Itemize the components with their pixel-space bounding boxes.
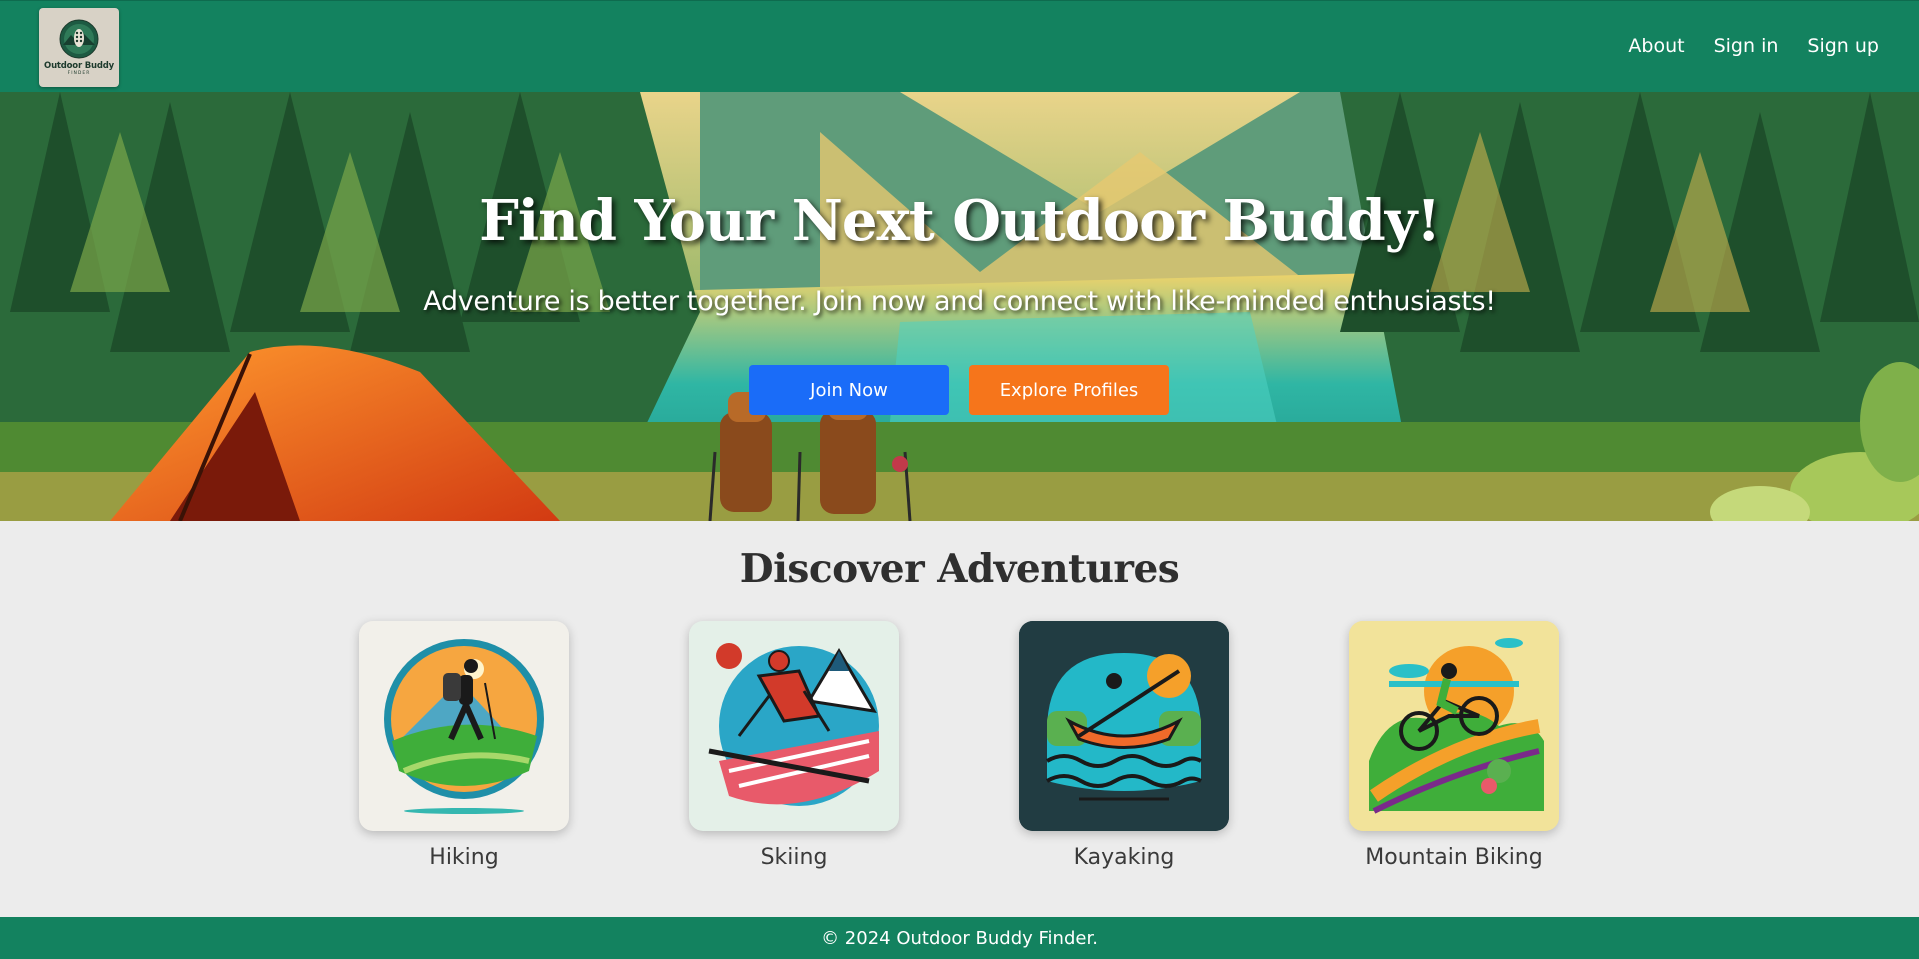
hero-subtitle: Adventure is better together. Join now a… [423,286,1496,317]
hiking-icon[interactable] [359,621,569,831]
hero-banner: Find Your Next Outdoor Buddy! Adventure … [0,92,1919,521]
site-logo[interactable]: Outdoor Buddy FINDER [39,8,119,87]
nav-sign-in-link[interactable]: Sign in [1714,35,1779,57]
logo-subtitle: FINDER [67,71,91,76]
nav-sign-up-link[interactable]: Sign up [1807,35,1879,57]
skiing-icon[interactable] [689,621,899,831]
join-now-button[interactable]: Join Now [749,365,949,415]
hero-title: Find Your Next Outdoor Buddy! [479,188,1441,254]
logo-name: Outdoor Buddy [44,61,114,71]
boot-print-icon [59,19,99,59]
activity-label: Kayaking [1073,845,1175,870]
activity-label: Skiing [760,845,828,870]
activity-label: Mountain Biking [1365,845,1543,870]
explore-profiles-button[interactable]: Explore Profiles [969,365,1169,415]
nav-links: About Sign in Sign up [1628,35,1879,57]
navbar: Outdoor Buddy FINDER About Sign in Sign … [0,0,1919,92]
activity-card-skiing[interactable]: Skiing [689,621,899,870]
activity-card-kayaking[interactable]: Kayaking [1019,621,1229,870]
footer: © 2024 Outdoor Buddy Finder. [0,917,1919,959]
activity-card-mountain-biking[interactable]: Mountain Biking [1349,621,1559,870]
kayaking-icon[interactable] [1019,621,1229,831]
activity-card-hiking[interactable]: Hiking [359,621,569,870]
activity-label: Hiking [429,845,499,870]
discover-title: Discover Adventures [739,546,1180,592]
copyright-text: © 2024 Outdoor Buddy Finder. [821,927,1098,949]
mountain-biking-icon[interactable] [1349,621,1559,831]
nav-about-link[interactable]: About [1628,35,1684,57]
